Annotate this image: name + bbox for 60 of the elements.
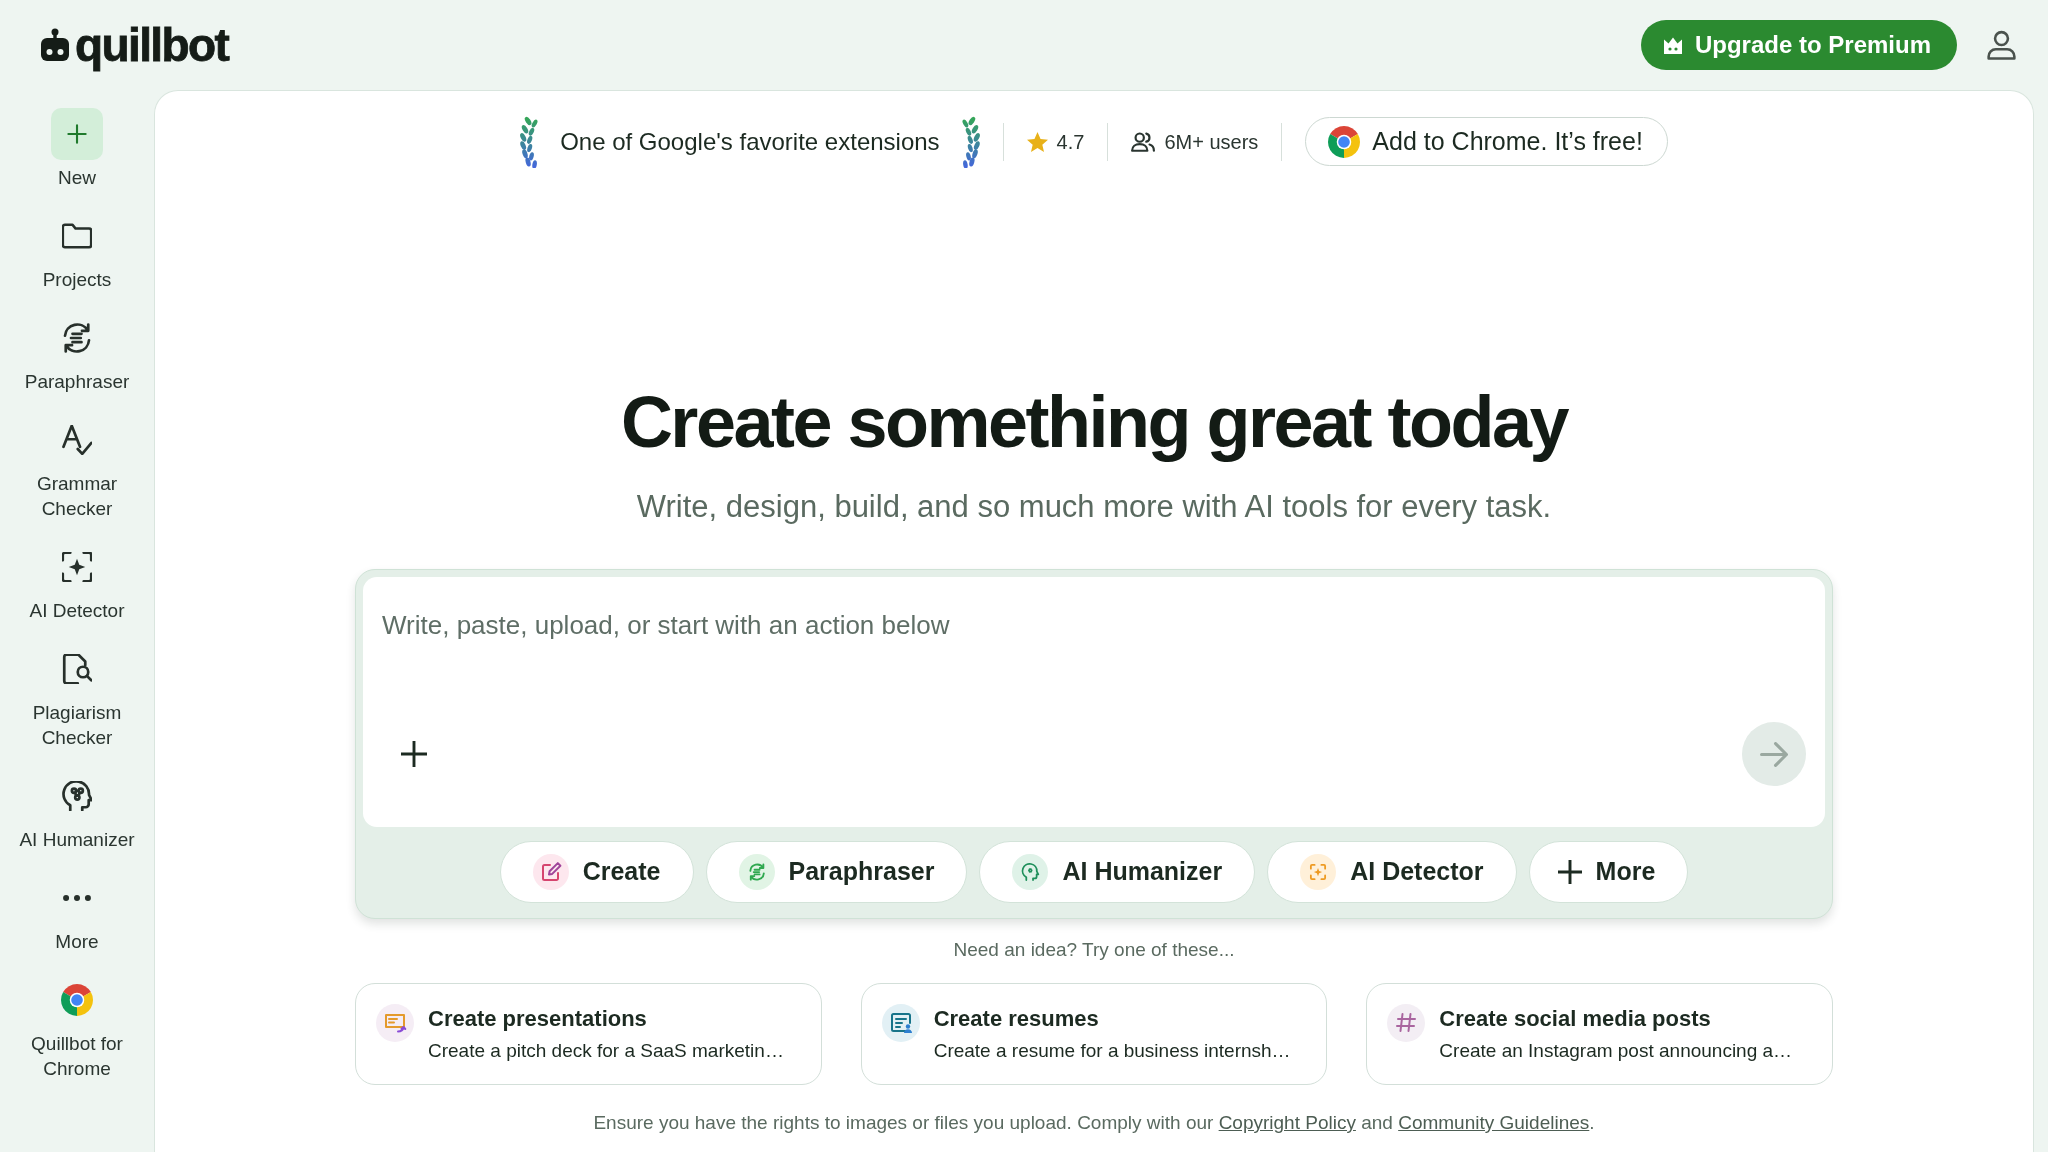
scan-sparkle-icon xyxy=(1300,854,1337,890)
award-text: One of Google's favorite extensions xyxy=(560,126,940,157)
action-button[interactable]: AI Detector xyxy=(1267,841,1517,903)
presentation-icon xyxy=(376,1004,414,1042)
sidebar-item[interactable]: Grammar Checker xyxy=(6,414,148,521)
document-search-icon xyxy=(62,654,92,684)
chrome-logo-icon xyxy=(61,984,93,1016)
head-network-icon xyxy=(1012,854,1049,890)
sidebar-item[interactable]: Plagiarism Checker xyxy=(6,643,148,750)
action-button[interactable]: AI Humanizer xyxy=(979,841,1256,903)
scan-sparkle-icon xyxy=(62,552,92,582)
subheading-text: Write, design, build, and so much more with AI tools for every task. xyxy=(636,488,1552,526)
cycle-arrows-icon xyxy=(738,854,775,890)
card-description: Create a resume for a business internsh… xyxy=(933,1039,1291,1063)
letter-check-icon xyxy=(62,425,92,455)
idea-card[interactable]: Create social media posts Create an Instagram post announcing a… xyxy=(1366,983,1833,1085)
idea-card[interactable]: Create resumes Create a resume for a business internsh… xyxy=(860,983,1328,1085)
disclaimer-text: Ensure you have the rights to images or files you upload. Comply with our Copyright Policy and Community Guidelines. xyxy=(593,1111,1595,1135)
policy-link[interactable]: Copyright Policy xyxy=(1218,1112,1356,1133)
action-button[interactable]: Create xyxy=(499,841,694,903)
head-network-icon xyxy=(62,781,92,811)
action-button[interactable]: Paraphraser xyxy=(705,841,968,903)
card-title: Create presentations xyxy=(428,1005,648,1033)
sidebar-item[interactable]: Quillbot for Chrome xyxy=(6,974,148,1081)
sidebar-item[interactable]: Projects xyxy=(40,210,114,292)
upgrade-button[interactable]: Upgrade to Premium xyxy=(1640,20,1957,70)
policy-link[interactable]: Community Guidelines xyxy=(1398,1112,1590,1133)
sidebar-item[interactable]: AI Humanizer xyxy=(17,770,137,852)
star-icon xyxy=(1026,131,1048,152)
page-heading: Create something great today xyxy=(620,381,1568,464)
edit-icon xyxy=(532,854,569,890)
arrow-right-icon xyxy=(1760,741,1788,767)
sidebar-item[interactable]: More xyxy=(53,872,101,954)
sidebar-item[interactable]: AI Detector xyxy=(27,541,127,623)
sidebar-item[interactable]: New xyxy=(49,108,105,190)
crown-icon xyxy=(1662,36,1683,54)
sidebar-item[interactable]: Paraphraser xyxy=(22,312,132,394)
plus-icon xyxy=(1557,860,1582,884)
cycle-arrows-icon xyxy=(62,323,92,353)
users-count-text: 6M+ users xyxy=(1164,129,1259,155)
card-title: Create social media posts xyxy=(1439,1005,1712,1033)
hashtag-icon xyxy=(1387,1004,1426,1042)
users-icon xyxy=(1131,131,1156,152)
resume-icon xyxy=(881,1004,920,1042)
action-button[interactable]: More xyxy=(1528,841,1689,903)
folder-icon xyxy=(62,221,92,251)
robot-head-icon xyxy=(40,28,70,62)
card-description: Create an Instagram post announcing a… xyxy=(1439,1039,1793,1063)
add-to-chrome-button[interactable]: Add to Chrome. It’s free! xyxy=(1305,117,1668,166)
ideas-heading: Need an idea? Try one of these... xyxy=(953,938,1235,962)
rating-text: 4.7 xyxy=(1056,129,1085,155)
idea-card[interactable]: Create presentations Create a pitch deck for a SaaS marketin… xyxy=(355,983,822,1085)
plus-icon xyxy=(401,741,427,767)
prompt-field[interactable]: Write, paste, upload, or start with an action below xyxy=(382,609,1806,643)
card-title: Create resumes xyxy=(933,1005,1100,1033)
user-account-icon[interactable] xyxy=(1987,30,2016,60)
plus-icon xyxy=(51,108,103,160)
chrome-logo-icon xyxy=(1328,125,1361,158)
more-dots-icon xyxy=(63,895,91,901)
card-description: Create a pitch deck for a SaaS marketin… xyxy=(428,1039,784,1063)
